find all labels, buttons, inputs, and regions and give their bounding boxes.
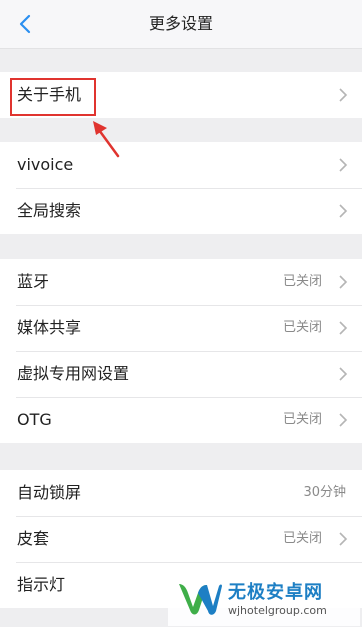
settings-item-auto-lock[interactable]: 自动锁屏 30分钟	[0, 470, 362, 516]
settings-item-status: 已关闭	[282, 274, 322, 289]
chevron-right-icon	[339, 321, 348, 335]
chevron-right-icon	[339, 204, 348, 218]
settings-item-vpn[interactable]: 虚拟专用网设置	[0, 351, 362, 397]
settings-item-label: 自动锁屏	[17, 483, 82, 502]
settings-item-label: 媒体共享	[17, 318, 82, 337]
watermark-url: wjhotelgroup.com	[228, 604, 327, 617]
w-logo-icon	[179, 584, 222, 615]
settings-item-status: 已关闭	[282, 320, 322, 335]
top-bar: 更多设置	[0, 0, 362, 49]
chevron-right-icon	[339, 158, 348, 172]
annotation-arrow-icon	[93, 121, 120, 158]
settings-item-label: 指示灯	[17, 575, 66, 594]
settings-item-otg[interactable]: OTG 已关闭	[0, 397, 362, 443]
chevron-right-icon	[339, 275, 348, 289]
settings-item-status: 已关闭	[282, 412, 322, 427]
settings-item-media-sharing[interactable]: 媒体共享 已关闭	[0, 305, 362, 351]
settings-item-label: vivoice	[17, 155, 74, 174]
settings-item-label: OTG	[17, 410, 52, 429]
highlight-box	[10, 78, 96, 116]
settings-item-label: 蓝牙	[17, 272, 50, 291]
watermark-name: 无极安卓网	[228, 582, 323, 603]
settings-item-global-search[interactable]: 全局搜索	[0, 188, 362, 234]
settings-item-label: 虚拟专用网设置	[17, 364, 130, 383]
settings-group-voice-search: vivoice 全局搜索	[0, 142, 362, 234]
chevron-right-icon	[339, 532, 348, 546]
settings-item-vivoice[interactable]: vivoice	[0, 142, 362, 188]
chevron-right-icon	[339, 413, 348, 427]
settings-item-label: 皮套	[17, 529, 50, 548]
settings-item-label: 全局搜索	[17, 201, 82, 220]
page-title: 更多设置	[148, 14, 213, 33]
settings-item-case-cover[interactable]: 皮套 已关闭	[0, 516, 362, 562]
settings-item-status: 30分钟	[303, 485, 346, 500]
chevron-right-icon	[339, 367, 348, 381]
watermark: 无极安卓网 wjhotelgroup.com	[168, 568, 360, 626]
settings-group-connections: 蓝牙 已关闭 媒体共享 已关闭 虚拟专用网设置 OTG 已关闭	[0, 259, 362, 443]
settings-item-bluetooth[interactable]: 蓝牙 已关闭	[0, 259, 362, 305]
chevron-right-icon	[339, 88, 348, 102]
settings-item-status: 已关闭	[282, 531, 322, 546]
